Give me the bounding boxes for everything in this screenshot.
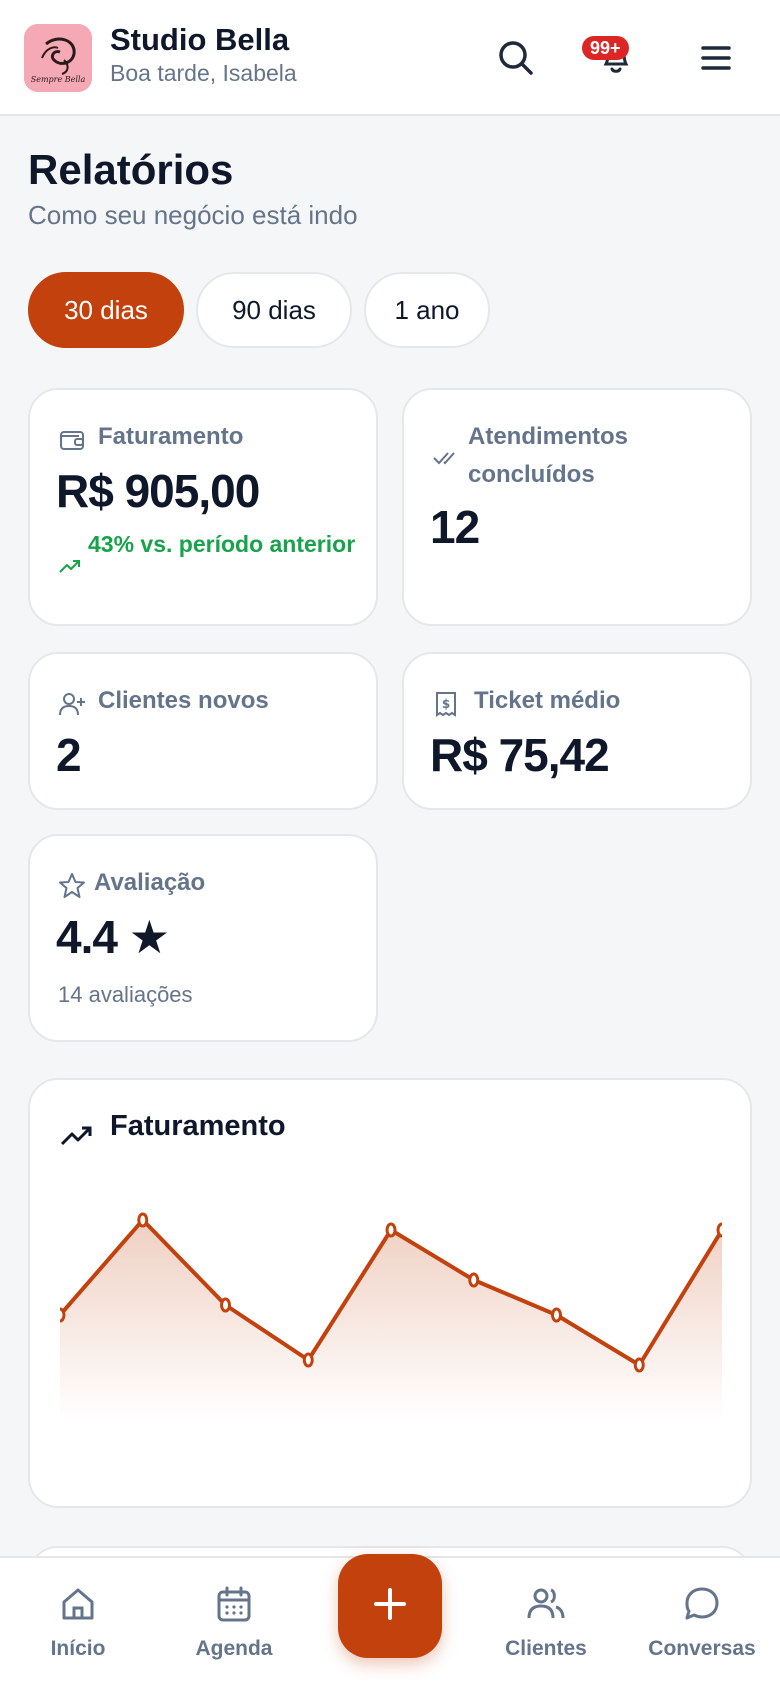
nav-home-label: Início (50, 1637, 106, 1660)
revenue-chart (60, 1212, 722, 1420)
users-icon (526, 1584, 566, 1629)
nav-clients-label: Clientes (505, 1637, 587, 1660)
star-icon (58, 872, 86, 900)
new-clients-label: Clientes novos (98, 687, 269, 714)
chart-point (302, 1352, 314, 1368)
rating-count: 14 avaliações (58, 982, 193, 1007)
rating-label: Avaliação (94, 869, 206, 896)
nav-home[interactable]: Início (3, 1584, 153, 1661)
nav-agenda[interactable]: Agenda (159, 1584, 309, 1661)
greeting: Boa tarde, Isabela (110, 60, 297, 86)
plus-icon (370, 1584, 410, 1629)
svg-text:$: $ (442, 697, 450, 711)
chat-icon (682, 1584, 722, 1629)
revenue-chart-card: Faturamento (28, 1078, 752, 1508)
search-icon[interactable] (492, 34, 540, 82)
page-title: Relatórios (28, 146, 234, 193)
avg-ticket-value: R$ 75,42 (430, 729, 610, 781)
chart-point (551, 1307, 562, 1323)
chart-point (385, 1222, 397, 1238)
revenue-label: Faturamento (98, 423, 244, 450)
new-clients-card: Clientes novos 2 (28, 652, 378, 810)
nav-agenda-label: Agenda (195, 1637, 273, 1660)
period-1-year[interactable]: 1 ano (364, 272, 490, 348)
double-check-icon (432, 444, 460, 472)
user-plus-icon (58, 690, 86, 718)
period-90-days[interactable]: 90 dias (196, 272, 352, 348)
avg-ticket-label: Ticket médio (474, 687, 621, 714)
completed-value: 12 (430, 501, 480, 553)
nav-conversations-label: Conversas (648, 1637, 756, 1660)
chart-point (716, 1222, 722, 1238)
chart-point (60, 1307, 66, 1323)
notification-badge: 99+ (582, 36, 629, 60)
chart-point (220, 1297, 231, 1313)
receipt-icon: $ (432, 690, 460, 718)
wallet-icon (58, 426, 86, 454)
home-icon (58, 1584, 98, 1629)
rating-value: 4.4 ★ (56, 911, 170, 963)
nav-clients[interactable]: Clientes (471, 1584, 621, 1661)
chart-point (137, 1212, 149, 1228)
period-30-days[interactable]: 30 dias (28, 272, 184, 348)
revenue-card: Faturamento R$ 905,00 43% vs. período an… (28, 388, 378, 626)
add-button[interactable] (338, 1554, 442, 1658)
chart-title: Faturamento (110, 1110, 286, 1142)
menu-icon[interactable] (692, 34, 740, 82)
chart-point (468, 1272, 480, 1288)
svg-text:Sempre Bella: Sempre Bella (31, 75, 86, 84)
trending-up-icon (60, 1118, 94, 1152)
page-subtitle: Como seu negócio está indo (28, 200, 358, 230)
rating-card: Avaliação 4.4 ★ 14 avaliações (28, 834, 378, 1042)
chart-point (633, 1357, 645, 1373)
revenue-value: R$ 905,00 (56, 465, 260, 517)
new-clients-value: 2 (56, 729, 82, 781)
app-header: Sempre Bella Studio Bella Boa tarde, Isa… (0, 0, 780, 116)
calendar-icon (214, 1584, 254, 1629)
chart-area (60, 1220, 722, 1420)
completed-label: Atendimentos concluídos (468, 423, 629, 488)
brand-title: Studio Bella (110, 22, 290, 57)
trending-up-icon (58, 554, 86, 582)
nav-conversations[interactable]: Conversas (627, 1584, 777, 1661)
revenue-trend: 43% vs. período anterior (88, 531, 356, 557)
brand-logo[interactable]: Sempre Bella (24, 24, 92, 92)
completed-card: Atendimentos concluídos 12 (402, 388, 752, 626)
avg-ticket-card: $ Ticket médio R$ 75,42 (402, 652, 752, 810)
